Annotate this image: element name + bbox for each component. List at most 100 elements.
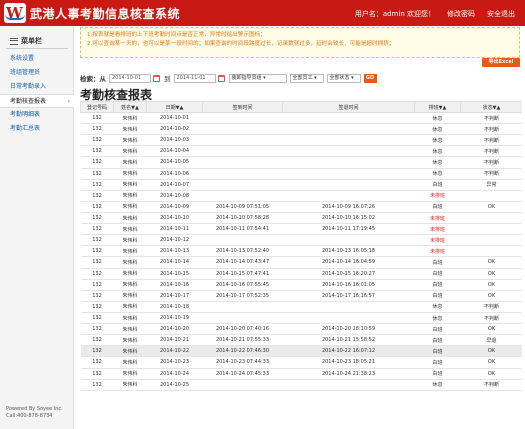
cell-status: 不判断 bbox=[460, 123, 522, 136]
cell-name: 朱伟科 bbox=[113, 345, 147, 358]
col-header-name[interactable]: 姓名▼▲ bbox=[113, 101, 147, 113]
cell-name: 朱伟科 bbox=[113, 145, 147, 158]
table-row: 132 朱伟科 2014-10-20 2014-10-20 07:40:16 2014-… bbox=[80, 323, 522, 336]
cell-id: 132 bbox=[80, 290, 114, 302]
sidebar-item-daily-entry[interactable]: 日常考勤录入 bbox=[0, 80, 74, 94]
table-row: 132 朱伟科 2014-10-22 2014-10-22 07:46:30 2014-… bbox=[80, 345, 522, 358]
cell-date: 2014-10-08 bbox=[146, 190, 203, 202]
export-excel-button[interactable]: 导出Excel bbox=[482, 58, 520, 67]
table-row: 132 朱伟科 2014-10-18 休息 不判断 bbox=[80, 301, 522, 313]
cell-shift: 未排班 bbox=[414, 190, 461, 202]
table-row: 132 朱伟科 2014-10-12 未排班 bbox=[80, 234, 522, 247]
cell-status: 早退 bbox=[460, 334, 522, 347]
table-row: 132 朱伟科 2014-10-01 休息 不判断 bbox=[80, 112, 522, 125]
cell-date: 2014-10-19 bbox=[146, 312, 203, 325]
staff-select[interactable]: 全部员工 ▾ bbox=[289, 73, 324, 83]
chevron-right-icon: › bbox=[67, 98, 70, 105]
cell-date: 2014-10-25 bbox=[146, 379, 203, 391]
cell-signin bbox=[202, 379, 283, 391]
cell-signout: 2014-10-15 16:20:27 bbox=[282, 268, 415, 280]
cell-signout: 2014-10-20 18:10:59 bbox=[282, 323, 415, 336]
cell-name: 朱伟科 bbox=[113, 245, 147, 258]
cell-id: 132 bbox=[80, 112, 114, 125]
notice-box: 1.按表就是看排班的上下班考勤时间点是否正常，异常时给出警示图标； 2.可以查询… bbox=[80, 27, 520, 58]
sidebar-item-team-admin[interactable]: 班组管理员 bbox=[0, 66, 74, 80]
to-label: 到 bbox=[164, 75, 171, 83]
cell-shift: 休息 bbox=[414, 301, 461, 313]
col-header-date[interactable]: 日期▼▲ bbox=[146, 101, 203, 113]
table-row: 132 朱伟科 2014-10-03 休息 不判断 bbox=[80, 134, 522, 147]
date-to-input[interactable] bbox=[173, 73, 216, 83]
cell-status: OK bbox=[460, 345, 522, 358]
cell-shift: 白班 bbox=[414, 368, 461, 380]
go-button[interactable]: GO bbox=[363, 73, 377, 83]
cell-date: 2014-10-09 bbox=[146, 201, 203, 213]
col-header-shift[interactable]: 排班▼▲ bbox=[414, 101, 461, 113]
cell-signin bbox=[202, 145, 283, 158]
cell-status: 不判断 bbox=[460, 156, 522, 169]
cell-date: 2014-10-13 bbox=[146, 245, 203, 258]
status-select[interactable]: 全部状态 ▾ bbox=[326, 73, 361, 83]
date-from-input[interactable] bbox=[109, 73, 151, 83]
cell-date: 2014-10-23 bbox=[146, 356, 203, 369]
calendar-icon[interactable] bbox=[217, 74, 225, 82]
logout-link[interactable]: 安全退出 bbox=[487, 9, 515, 19]
cell-id: 132 bbox=[80, 301, 114, 313]
cell-id: 132 bbox=[80, 279, 114, 291]
cell-date: 2014-10-02 bbox=[146, 123, 203, 136]
table-row: 132 朱伟科 2014-10-11 2014-10-11 07:54:41 2014-… bbox=[80, 223, 522, 236]
sidebar-item-check-report[interactable]: 考勤核查报表 › bbox=[0, 94, 74, 108]
dept-select[interactable]: 装卸指导员组 ▾ bbox=[228, 73, 287, 83]
table-row: 132 朱伟科 2014-10-21 2014-10-21 07:55:33 2014-… bbox=[80, 334, 522, 347]
cell-signout bbox=[282, 190, 415, 202]
cell-name: 朱伟科 bbox=[113, 312, 147, 325]
cell-shift: 休息 bbox=[414, 156, 461, 169]
cell-date: 2014-10-22 bbox=[146, 345, 203, 358]
cell-signout: 2014-10-16 16:01:05 bbox=[282, 279, 415, 291]
cell-status bbox=[460, 234, 522, 247]
change-password-link[interactable]: 修改密码 bbox=[447, 9, 475, 19]
cell-name: 朱伟科 bbox=[113, 356, 147, 369]
user-greeting: 用户名：admin 欢迎您！ bbox=[354, 10, 435, 18]
cell-date: 2014-10-14 bbox=[146, 256, 203, 269]
table-row: 132 朱伟科 2014-10-09 2014-10-09 07:51:05 2014-… bbox=[80, 201, 522, 213]
cell-signin: 2014-10-14 07:43:47 bbox=[202, 256, 283, 269]
col-header-status[interactable]: 状态▼▲ bbox=[460, 101, 522, 113]
cell-date: 2014-10-05 bbox=[146, 156, 203, 169]
cell-status: 不判断 bbox=[460, 312, 522, 325]
calendar-icon[interactable] bbox=[153, 74, 160, 82]
cell-id: 132 bbox=[80, 212, 114, 225]
cell-id: 132 bbox=[80, 323, 114, 336]
sidebar-item-summary-report[interactable]: 考勤汇总表 bbox=[0, 122, 74, 136]
cell-date: 2014-10-16 bbox=[146, 279, 203, 291]
cell-signin bbox=[202, 312, 283, 325]
menu-title: 菜单栏 bbox=[21, 37, 42, 45]
cell-name: 朱伟科 bbox=[113, 112, 147, 125]
sidebar-item-system-settings[interactable]: 系统设置 bbox=[0, 52, 74, 66]
cell-id: 132 bbox=[80, 312, 114, 325]
cell-name: 朱伟科 bbox=[113, 179, 147, 191]
cell-shift: 白班 bbox=[414, 279, 461, 291]
table-row: 132 朱伟科 2014-10-02 休息 不判断 bbox=[80, 123, 522, 136]
cell-signout bbox=[282, 312, 415, 325]
cell-name: 朱伟科 bbox=[113, 368, 147, 380]
cell-shift: 未排班 bbox=[414, 223, 461, 236]
cell-signin: 2014-10-09 07:51:05 bbox=[202, 201, 283, 213]
table-row: 132 朱伟科 2014-10-07 白班 异常 bbox=[80, 179, 522, 191]
cell-date: 2014-10-20 bbox=[146, 323, 203, 336]
cell-name: 朱伟科 bbox=[113, 256, 147, 269]
table-row: 132 朱伟科 2014-10-10 2014-10-10 07:58:28 2014-… bbox=[80, 212, 522, 225]
cell-shift: 白班 bbox=[414, 290, 461, 302]
sidebar: 菜单栏 系统设置 班组管理员 日常考勤录入 考勤核查报表 › 考勤明细表 考勤汇… bbox=[0, 26, 74, 429]
cell-status: OK bbox=[460, 256, 522, 269]
sidebar-item-detail-report[interactable]: 考勤明细表 bbox=[0, 108, 74, 122]
cell-date: 2014-10-21 bbox=[146, 334, 203, 347]
cell-signin: 2014-10-22 07:46:30 bbox=[202, 345, 283, 358]
app-title: 武港人事考勤信息核查系统 bbox=[30, 7, 181, 21]
cell-signin: 2014-10-17 07:52:35 bbox=[202, 290, 283, 302]
cell-status bbox=[460, 245, 522, 258]
table-row: 132 朱伟科 2014-10-08 未排班 bbox=[80, 190, 522, 202]
cell-status bbox=[460, 212, 522, 225]
menu-icon bbox=[10, 37, 18, 45]
cell-status: 异常 bbox=[460, 179, 522, 191]
